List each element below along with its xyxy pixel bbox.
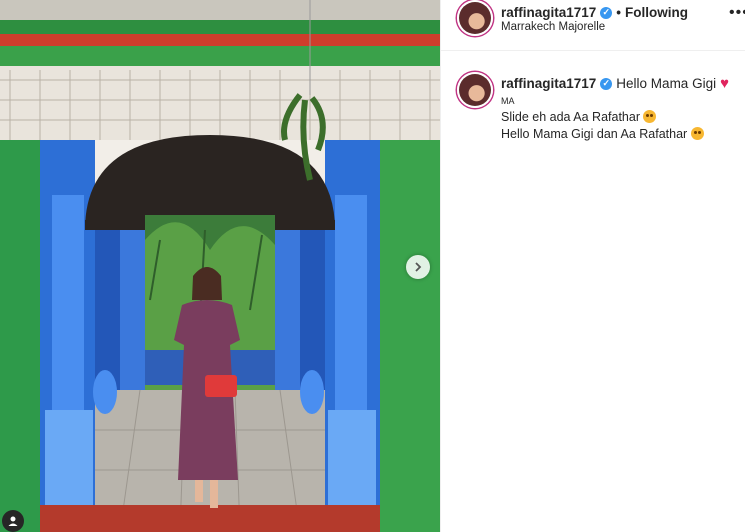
verified-badge-icon: ✓ <box>600 77 613 90</box>
user-tag-button[interactable] <box>2 510 24 532</box>
red-heart-icon: ♥ <box>720 75 729 92</box>
caption-line-4-text: Hello Mama Gigi dan Aa Rafathar <box>501 127 688 141</box>
hugging-face-emoji-icon <box>690 127 704 140</box>
caption-first-line: Hello Mama Gigi <box>616 76 717 91</box>
caption-line-3-text: Slide eh ada Aa Rafathar <box>501 110 640 124</box>
post-photo[interactable] <box>0 0 440 532</box>
caption-username[interactable]: raffinagita1717 <box>501 76 596 91</box>
verified-badge-icon: ✓ <box>600 6 613 19</box>
caption-avatar[interactable] <box>457 72 493 108</box>
post-side-panel: raffinagita1717 ✓ • Following Marrakech … <box>440 0 745 532</box>
caption-line-4: Hello Mama Gigi dan Aa Rafathar <box>501 127 704 141</box>
follow-status[interactable]: Following <box>625 5 688 20</box>
person-tag-icon <box>8 516 18 526</box>
location-link[interactable]: Marrakech Majorelle <box>501 21 605 33</box>
caption-header: raffinagita1717 ✓ Hello Mama Gigi ♥ <box>501 75 729 92</box>
header-user-row: raffinagita1717 ✓ • Following <box>501 5 688 20</box>
caption-line-3: Slide eh ada Aa Rafathar <box>501 110 657 124</box>
avatar[interactable] <box>457 0 493 36</box>
chevron-right-icon <box>415 262 422 272</box>
photo-illustration <box>0 0 440 532</box>
next-photo-button[interactable] <box>406 255 430 279</box>
follow-separator: • <box>616 5 622 20</box>
smiling-face-emoji-icon <box>643 110 657 123</box>
more-options-button[interactable]: ••• <box>729 4 745 22</box>
post-header: raffinagita1717 ✓ • Following Marrakech … <box>441 0 745 51</box>
header-username[interactable]: raffinagita1717 <box>501 5 596 20</box>
caption-line-2: MA <box>501 96 515 106</box>
